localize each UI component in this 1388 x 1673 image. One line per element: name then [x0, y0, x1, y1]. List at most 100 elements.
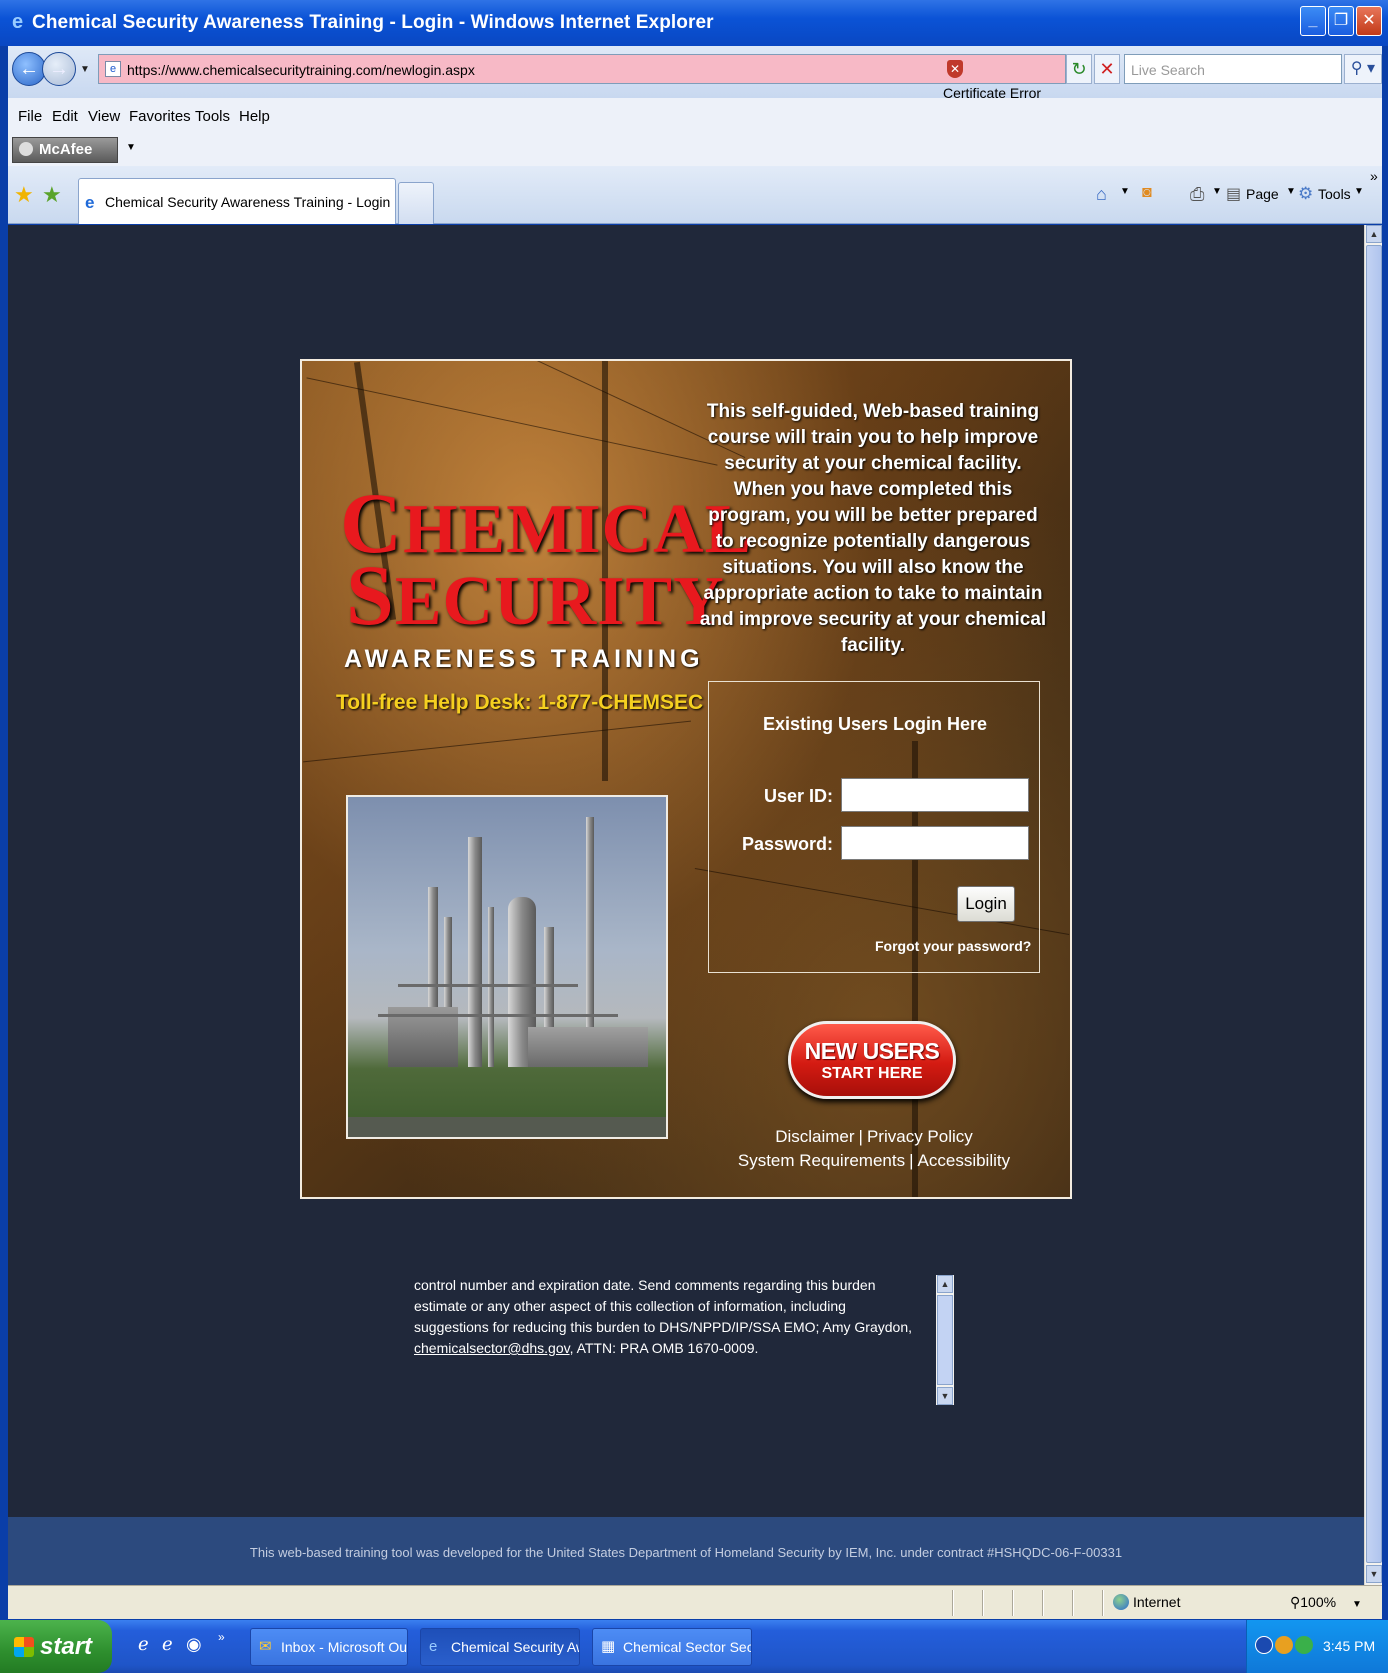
footer-links: Disclaimer | Privacy Policy System Require…	[708, 1125, 1040, 1173]
status-divider	[982, 1590, 984, 1616]
logo-subtitle: AWARENESS TRAINING	[344, 645, 704, 673]
page-menu-icon: ▤	[1226, 186, 1242, 203]
feeds-icon[interactable]: ◙	[1142, 184, 1152, 202]
zoom-dropdown-icon[interactable]: ▼	[1352, 1599, 1362, 1610]
security-zone: Internet	[1113, 1594, 1180, 1610]
email-link[interactable]: chemicalsector@dhs.gov	[414, 1340, 570, 1356]
new-users-label: NEW USERS	[804, 1038, 940, 1064]
menu-edit[interactable]: Edit	[52, 108, 78, 125]
forgot-password-link[interactable]: Forgot your password?	[875, 938, 1031, 954]
menu-file[interactable]: File	[18, 108, 42, 125]
password-input[interactable]	[841, 826, 1029, 860]
system-tray: 3:45 PM	[1246, 1620, 1388, 1673]
menu-favorites[interactable]: Favorites	[129, 108, 191, 125]
mcafee-dropdown-icon[interactable]: ▼	[126, 142, 136, 153]
system-requirements-link[interactable]: System Requirements	[738, 1151, 905, 1170]
page-scrollbar[interactable]: ▲ ▼	[1364, 225, 1382, 1585]
restore-button[interactable]: ❐	[1328, 6, 1354, 36]
user-id-input[interactable]	[841, 778, 1029, 812]
taskbar-item-chemical-security[interactable]: eChemical Security Aw...	[420, 1628, 580, 1666]
zoom-level[interactable]: ⚲100% ▼	[1290, 1594, 1362, 1611]
home-dropdown-icon[interactable]: ▼	[1120, 186, 1130, 197]
ie-quicklaunch-icon-2[interactable]: ℯ	[162, 1634, 173, 1655]
login-button[interactable]: Login	[957, 886, 1015, 922]
disclaimer-link[interactable]: Disclaimer	[775, 1127, 854, 1146]
accessibility-link[interactable]: Accessibility	[918, 1151, 1011, 1170]
new-tab-button[interactable]	[398, 182, 434, 224]
print-dropdown-icon[interactable]: ▼	[1212, 186, 1222, 197]
scroll-thumb[interactable]	[937, 1295, 953, 1385]
back-button[interactable]: ←	[12, 52, 46, 86]
chevron-more-icon[interactable]: »	[1370, 168, 1378, 184]
address-url: https://www.chemicalsecuritytraining.com…	[127, 62, 475, 78]
chemical-plant-photo	[346, 795, 668, 1139]
tab-label: Chemical Security Awareness Training - L…	[105, 194, 391, 210]
paperwork-notice: control number and expiration date. Send…	[414, 1275, 934, 1405]
scroll-down-arrow-icon[interactable]: ▼	[937, 1387, 953, 1405]
page-scroll-thumb[interactable]	[1366, 245, 1382, 1563]
background-wire	[418, 361, 746, 459]
menu-tools[interactable]: Tools	[195, 108, 230, 125]
taskbar-item-outlook[interactable]: ✉Inbox - Microsoft Out...	[250, 1628, 408, 1666]
search-input[interactable]: Live Search	[1124, 54, 1342, 84]
logo-title-line2: SECURITY	[346, 547, 725, 643]
certificate-error-button[interactable]: ✕Certificate Error	[943, 54, 1065, 101]
tray-outlook-icon[interactable]	[1275, 1636, 1293, 1654]
tools-dropdown-icon[interactable]: ▼	[1354, 186, 1364, 197]
media-player-icon[interactable]: ◉	[186, 1634, 202, 1655]
status-divider	[952, 1590, 954, 1616]
privacy-policy-link[interactable]: Privacy Policy	[867, 1127, 973, 1146]
link-separator: |	[858, 1127, 863, 1146]
user-id-label: User ID:	[763, 786, 833, 806]
print-icon[interactable]: ⎙	[1190, 184, 1204, 205]
start-here-label: START HERE	[821, 1065, 923, 1082]
page-dropdown-icon[interactable]: ▼	[1286, 186, 1296, 197]
status-divider	[1012, 1590, 1014, 1616]
search-button[interactable]: ⚲ ▾	[1344, 54, 1382, 84]
dhs-footer: This web-based training tool was develop…	[8, 1517, 1364, 1585]
intro-text: This self-guided, Web-based training cou…	[699, 401, 1047, 656]
outlook-icon: ✉	[259, 1638, 272, 1655]
address-bar[interactable]: e https://www.chemicalsecuritytraining.c…	[98, 54, 1066, 84]
tab-current[interactable]: e Chemical Security Awareness Training -…	[78, 178, 396, 224]
page-content: CHEMICAL SECURITY AWARENESS TRAINING Tol…	[8, 225, 1364, 1585]
mcafee-button[interactable]: McAfee	[12, 137, 118, 163]
clock: 3:45 PM	[1323, 1638, 1376, 1654]
taskbar: start ℯ ℯ ◉ » ✉Inbox - Microsoft Out... …	[0, 1620, 1388, 1673]
page-icon: e	[105, 61, 121, 77]
start-button[interactable]: start	[0, 1620, 112, 1673]
tools-menu[interactable]: Tools	[1318, 186, 1351, 202]
status-divider	[1042, 1590, 1044, 1616]
page-scroll-up-icon[interactable]: ▲	[1366, 225, 1382, 243]
notice-scrollbar[interactable]: ▲ ▼	[936, 1275, 954, 1405]
login-panel: CHEMICAL SECURITY AWARENESS TRAINING Tol…	[300, 359, 1072, 1199]
menu-help[interactable]: Help	[239, 108, 270, 125]
stop-button[interactable]: ✕	[1094, 54, 1120, 84]
ie-quicklaunch-icon[interactable]: ℯ	[138, 1634, 149, 1655]
globe-icon	[1113, 1594, 1129, 1610]
login-heading: Existing Users Login Here	[762, 714, 988, 734]
page-menu[interactable]: Page	[1246, 186, 1279, 202]
page-scroll-down-icon[interactable]: ▼	[1366, 1565, 1382, 1583]
tray-network-icon[interactable]	[1295, 1636, 1313, 1654]
close-button[interactable]: ✕	[1356, 6, 1382, 36]
scroll-up-arrow-icon[interactable]: ▲	[937, 1275, 953, 1293]
new-users-button[interactable]: NEW USERS START HERE	[788, 1021, 956, 1099]
taskbar-item-chemical-sector[interactable]: ▦Chemical Sector Secu...	[592, 1628, 752, 1666]
recent-pages-dropdown-icon[interactable]: ▼	[80, 64, 90, 75]
chevron-more-icon[interactable]: »	[218, 1630, 225, 1644]
forward-button[interactable]: →	[42, 52, 76, 86]
shield-error-icon: ✕	[947, 60, 963, 78]
add-favorite-icon[interactable]: ★	[42, 182, 62, 208]
home-icon[interactable]: ⌂	[1096, 184, 1107, 205]
search-placeholder: Live Search	[1131, 62, 1205, 78]
tray-collapse-icon[interactable]	[1255, 1636, 1273, 1654]
menu-view[interactable]: View	[88, 108, 120, 125]
login-form: Existing Users Login Here User ID: Passw…	[708, 681, 1040, 973]
zoom-icon: ⚲	[1290, 1594, 1301, 1610]
favorites-star-icon[interactable]: ★	[14, 182, 34, 208]
minimize-button[interactable]: _	[1300, 6, 1326, 36]
tools-gear-icon: ⚙	[1298, 184, 1314, 203]
refresh-button[interactable]: ↻	[1066, 54, 1092, 84]
windows-flag-icon	[14, 1637, 34, 1657]
